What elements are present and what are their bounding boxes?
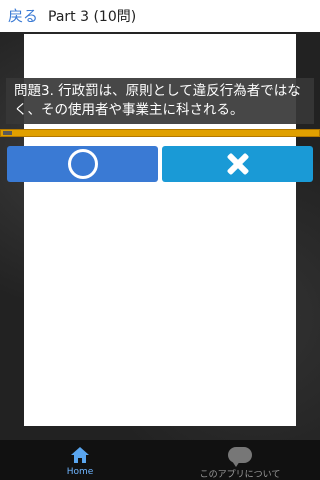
tab-about-label: このアプリについて [199,470,281,480]
question-text: 問題3. 行政罰は、原則として違反行為者ではなく、その使用者や事業主に科される。 [6,78,314,124]
progress-fill [3,131,12,135]
back-button[interactable]: 戻る [8,5,38,26]
cross-icon [225,151,251,177]
top-bar: 戻る Part 3 (10問) [0,0,320,32]
true-answer-button[interactable] [7,146,158,182]
false-answer-button[interactable] [162,146,313,182]
progress-bar [0,129,320,137]
circle-icon [67,149,98,179]
chat-bubble-icon [228,447,252,467]
tab-home-label: Home [66,467,94,477]
tab-about[interactable]: このアプリについて [160,440,320,480]
bottom-nav: Home このアプリについて [0,440,320,480]
page-title: Part 3 (10問) [48,9,137,25]
tab-home[interactable]: Home [0,440,160,480]
home-icon [71,447,89,463]
